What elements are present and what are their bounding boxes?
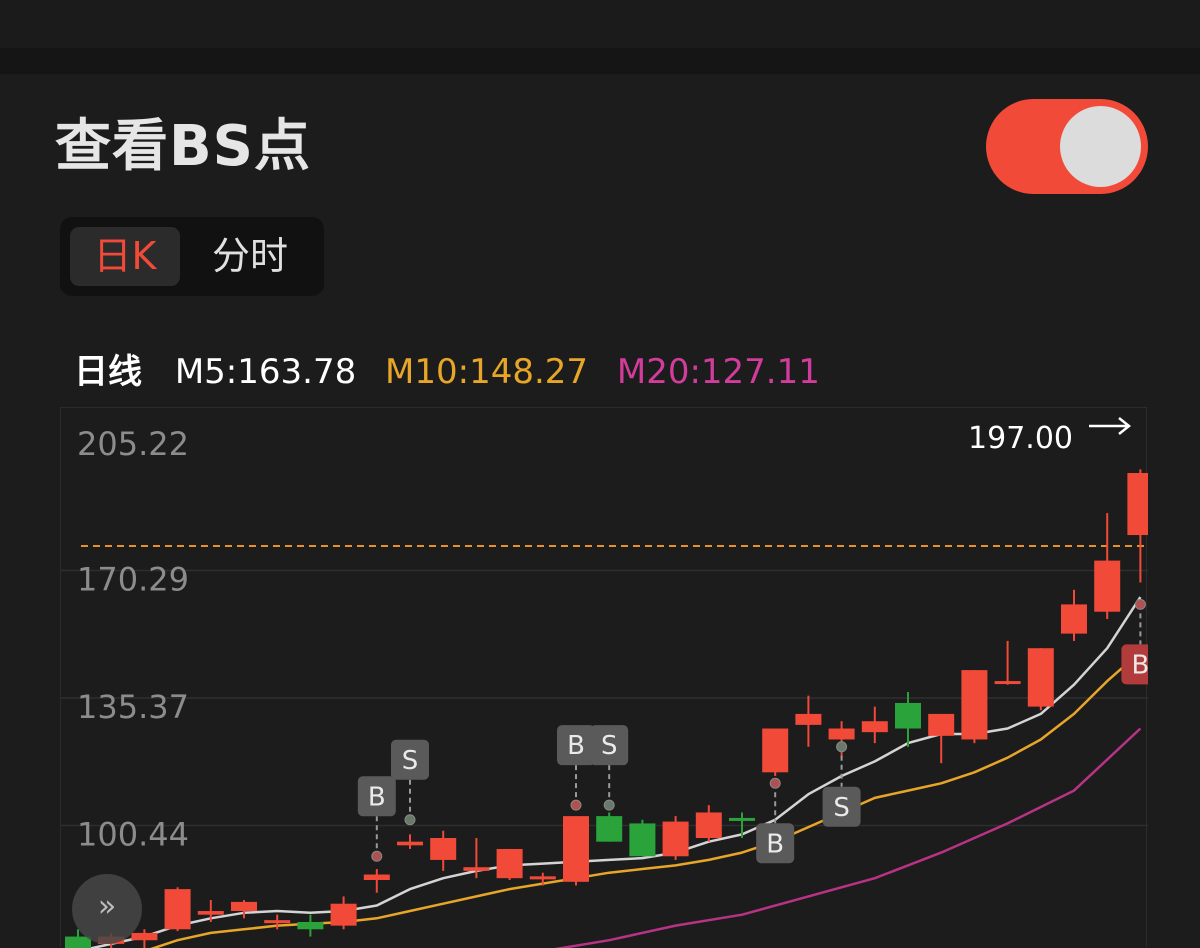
tab-daily-k[interactable]: 日K — [70, 227, 180, 286]
candle-body — [530, 876, 556, 879]
candle-body — [563, 816, 589, 882]
signal-label: B — [1131, 650, 1148, 680]
legend-m5: M5:163.78 — [175, 352, 356, 392]
candle-body — [397, 842, 423, 846]
signal-dot — [405, 815, 415, 825]
candle-body — [729, 818, 755, 821]
signal-label: B — [567, 731, 585, 761]
candle-body — [463, 867, 489, 871]
candle-body — [696, 812, 722, 838]
kline-svg: 205.22170.29135.37100.4465.51197.00BSBSB… — [61, 408, 1148, 948]
signal-dot — [571, 800, 581, 810]
candle-body — [895, 703, 921, 729]
chart-period-segment: 日K 分时 — [60, 217, 324, 296]
ma-legend: 日线 M5:163.78 M10:148.27 M20:127.11 — [74, 348, 838, 396]
y-tick-label: 135.37 — [77, 688, 189, 726]
y-tick-label: 170.29 — [77, 561, 189, 599]
signal-dot — [837, 742, 847, 752]
signal-label: S — [833, 793, 850, 823]
candle-body — [131, 933, 157, 940]
top-bar — [0, 0, 1200, 48]
signal-dot — [604, 800, 614, 810]
candle-body — [198, 911, 224, 915]
legend-m10: M10:148.27 — [385, 352, 588, 392]
signal-label: S — [402, 746, 419, 776]
y-tick-label: 100.44 — [77, 815, 189, 853]
legend-title: 日线 — [74, 352, 142, 392]
last-price-label: 197.00 — [968, 421, 1073, 456]
candle-body — [762, 729, 788, 773]
candle-body — [264, 920, 290, 923]
candle-body — [1028, 648, 1054, 706]
signal-label: B — [368, 782, 386, 812]
candle-body — [331, 904, 357, 926]
candle-body — [231, 902, 257, 911]
candle-body — [995, 681, 1021, 684]
candle-body — [596, 816, 622, 842]
candle-body — [364, 875, 390, 880]
candle-body — [497, 849, 523, 878]
bs-points-toggle[interactable] — [986, 99, 1148, 194]
tab-intraday[interactable]: 分时 — [186, 227, 314, 286]
ma20-line — [344, 729, 1141, 948]
candle-body — [430, 838, 456, 860]
candle-body — [1061, 604, 1087, 633]
section-divider — [0, 48, 1200, 74]
candle-body — [629, 823, 655, 856]
toggle-knob — [1060, 106, 1141, 187]
signal-dot — [1135, 599, 1145, 609]
candle-body — [663, 822, 689, 857]
signal-dot — [770, 778, 780, 788]
candle-body — [829, 729, 855, 740]
ma5-line — [78, 597, 1140, 948]
candle-body — [961, 670, 987, 739]
candle-body — [165, 889, 191, 929]
candle-body — [1127, 473, 1148, 535]
arrow-right-icon — [1089, 418, 1129, 434]
signal-label: S — [601, 731, 618, 761]
signal-label: B — [766, 829, 784, 859]
legend-m20: M20:127.11 — [617, 352, 820, 392]
candle-body — [862, 721, 888, 732]
candle-body — [1094, 561, 1120, 612]
signal-dot — [372, 851, 382, 861]
candle-body — [928, 714, 954, 736]
page-title: 查看BS点 — [55, 112, 311, 182]
candle-body — [795, 714, 821, 725]
kline-chart[interactable]: 205.22170.29135.37100.4465.51197.00BSBSB… — [60, 407, 1147, 947]
y-tick-label: 205.22 — [77, 425, 189, 463]
candle-body — [297, 922, 323, 929]
